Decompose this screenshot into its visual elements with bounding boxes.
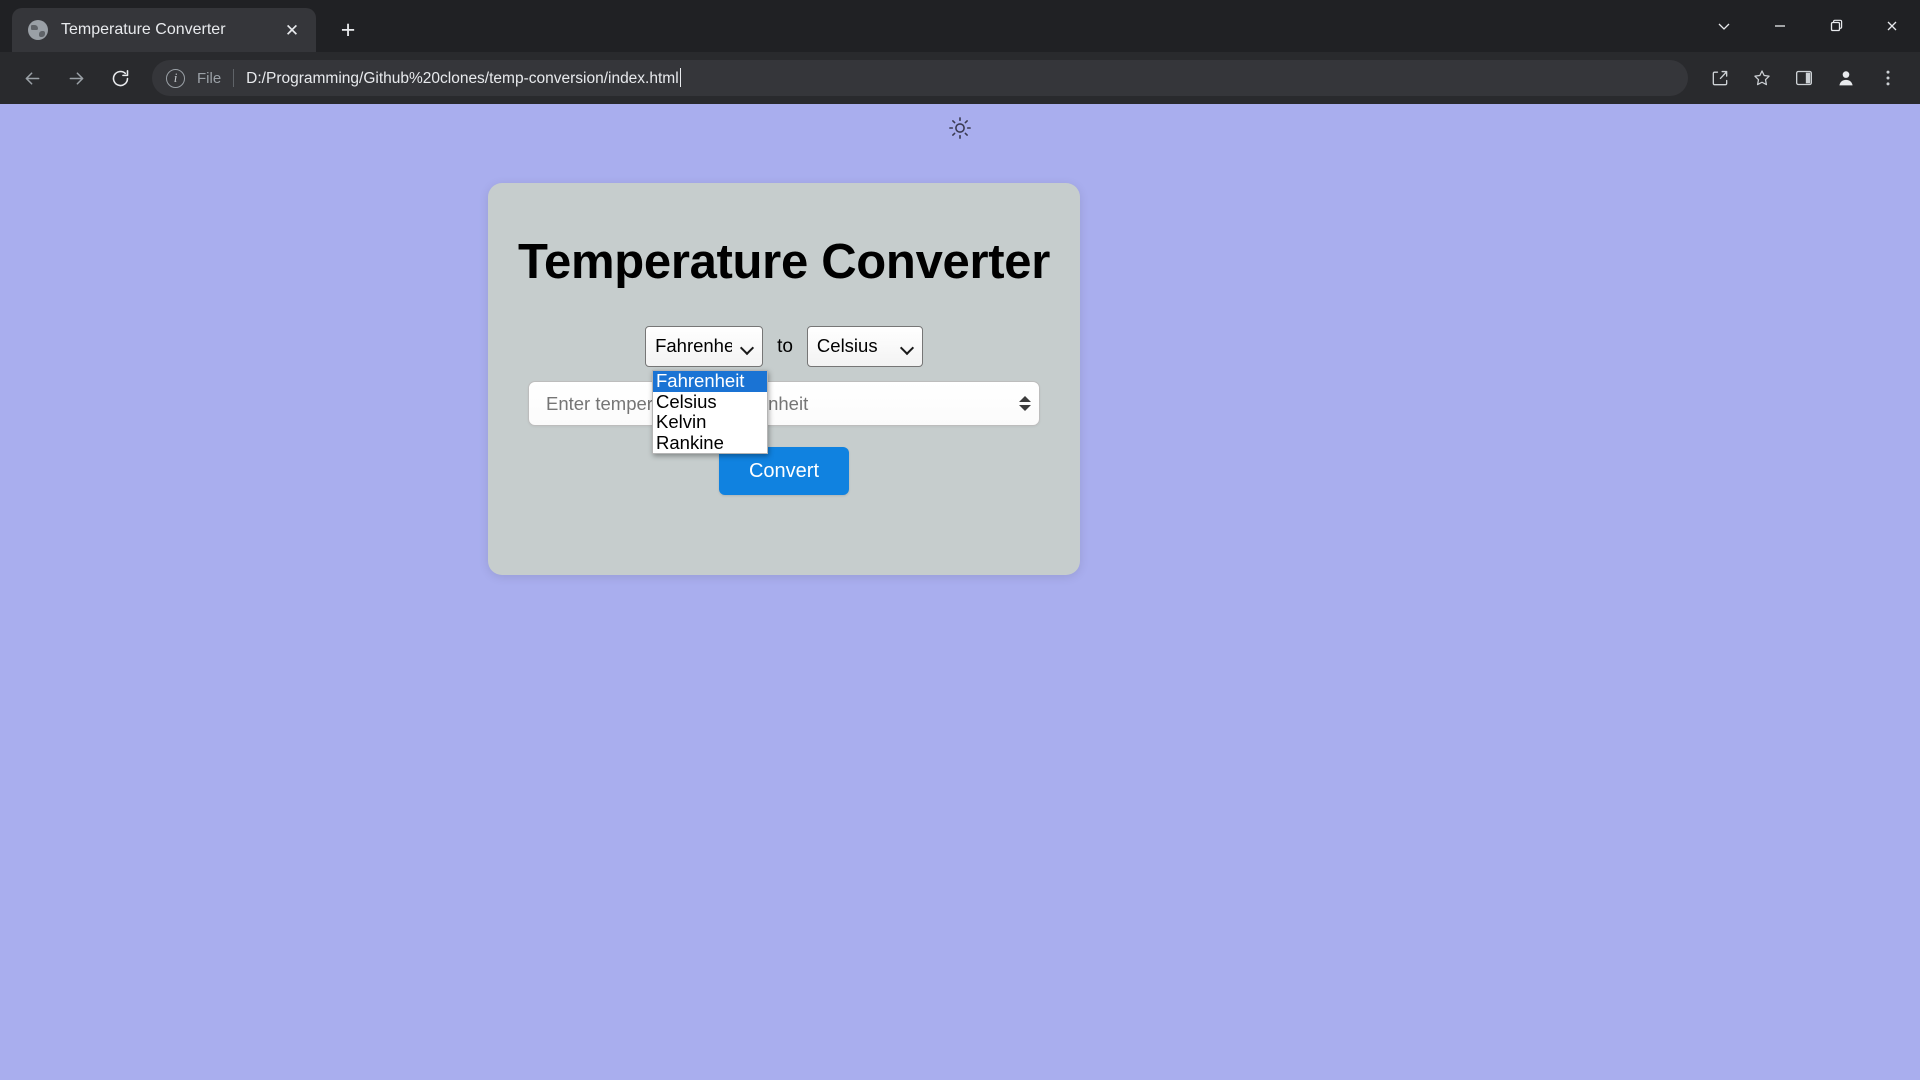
tab-title: Temperature Converter (61, 21, 280, 39)
dropdown-option[interactable]: Kelvin (653, 412, 767, 433)
window-controls (1696, 0, 1920, 52)
from-select-wrapper: Fahrenheit (645, 326, 763, 367)
page-viewport: Temperature Converter Fahrenheit to Cels… (0, 104, 1920, 1080)
minimize-icon[interactable] (1752, 0, 1808, 52)
from-unit-dropdown-list[interactable]: FahrenheitCelsiusKelvinRankine (652, 370, 768, 454)
bookmark-star-icon[interactable] (1744, 60, 1780, 96)
browser-tab[interactable]: Temperature Converter ✕ (12, 8, 316, 52)
browser-toolbar: i File D:/Programming/Github%20clones/te… (0, 52, 1920, 104)
to-unit-select[interactable]: Celsius (807, 326, 923, 367)
address-bar[interactable]: i File D:/Programming/Github%20clones/te… (152, 60, 1688, 96)
forward-button-icon[interactable] (58, 60, 94, 96)
url-string: D:/Programming/Github%20clones/temp-conv… (246, 70, 678, 87)
temperature-input-row (488, 381, 1080, 426)
omnibox-divider (233, 69, 234, 87)
maximize-icon[interactable] (1808, 0, 1864, 52)
site-info-icon[interactable]: i (166, 69, 185, 88)
stepper-down-icon[interactable] (1019, 405, 1031, 411)
close-icon[interactable]: ✕ (280, 18, 304, 42)
side-panel-icon[interactable] (1786, 60, 1822, 96)
page-title: Temperature Converter (488, 234, 1080, 290)
quantity-stepper[interactable] (1018, 393, 1031, 415)
browser-window: Temperature Converter ✕ + (0, 0, 1920, 1080)
dropdown-option[interactable]: Fahrenheit (653, 371, 767, 392)
new-tab-button[interactable]: + (330, 12, 366, 48)
share-icon[interactable] (1702, 60, 1738, 96)
profile-avatar-icon[interactable] (1828, 60, 1864, 96)
to-label: to (777, 336, 793, 358)
number-input-wrapper (528, 381, 1040, 426)
tab-strip: Temperature Converter ✕ + (0, 0, 1920, 52)
from-unit-select[interactable]: Fahrenheit (645, 326, 763, 367)
sun-icon[interactable] (948, 116, 972, 140)
to-select-wrapper: Celsius (807, 326, 923, 367)
stepper-up-icon[interactable] (1019, 396, 1031, 402)
text-caret (680, 68, 681, 87)
converter-card: Temperature Converter Fahrenheit to Cels… (488, 183, 1080, 575)
back-button-icon[interactable] (14, 60, 50, 96)
omnibox-url-text[interactable]: D:/Programming/Github%20clones/temp-conv… (246, 68, 680, 88)
unit-select-row: Fahrenheit to Celsius (488, 326, 1080, 367)
more-menu-icon[interactable] (1870, 60, 1906, 96)
omnibox-scheme-label: File (197, 70, 221, 87)
temperature-input[interactable] (528, 381, 1040, 426)
convert-button[interactable]: Convert (719, 447, 849, 495)
dropdown-option[interactable]: Celsius (653, 392, 767, 413)
convert-button-row: Convert (488, 447, 1080, 495)
globe-icon (28, 20, 48, 40)
minimize-to-tray-icon[interactable] (1696, 0, 1752, 52)
reload-button-icon[interactable] (102, 60, 138, 96)
dropdown-option[interactable]: Rankine (653, 433, 767, 454)
window-close-icon[interactable] (1864, 0, 1920, 52)
